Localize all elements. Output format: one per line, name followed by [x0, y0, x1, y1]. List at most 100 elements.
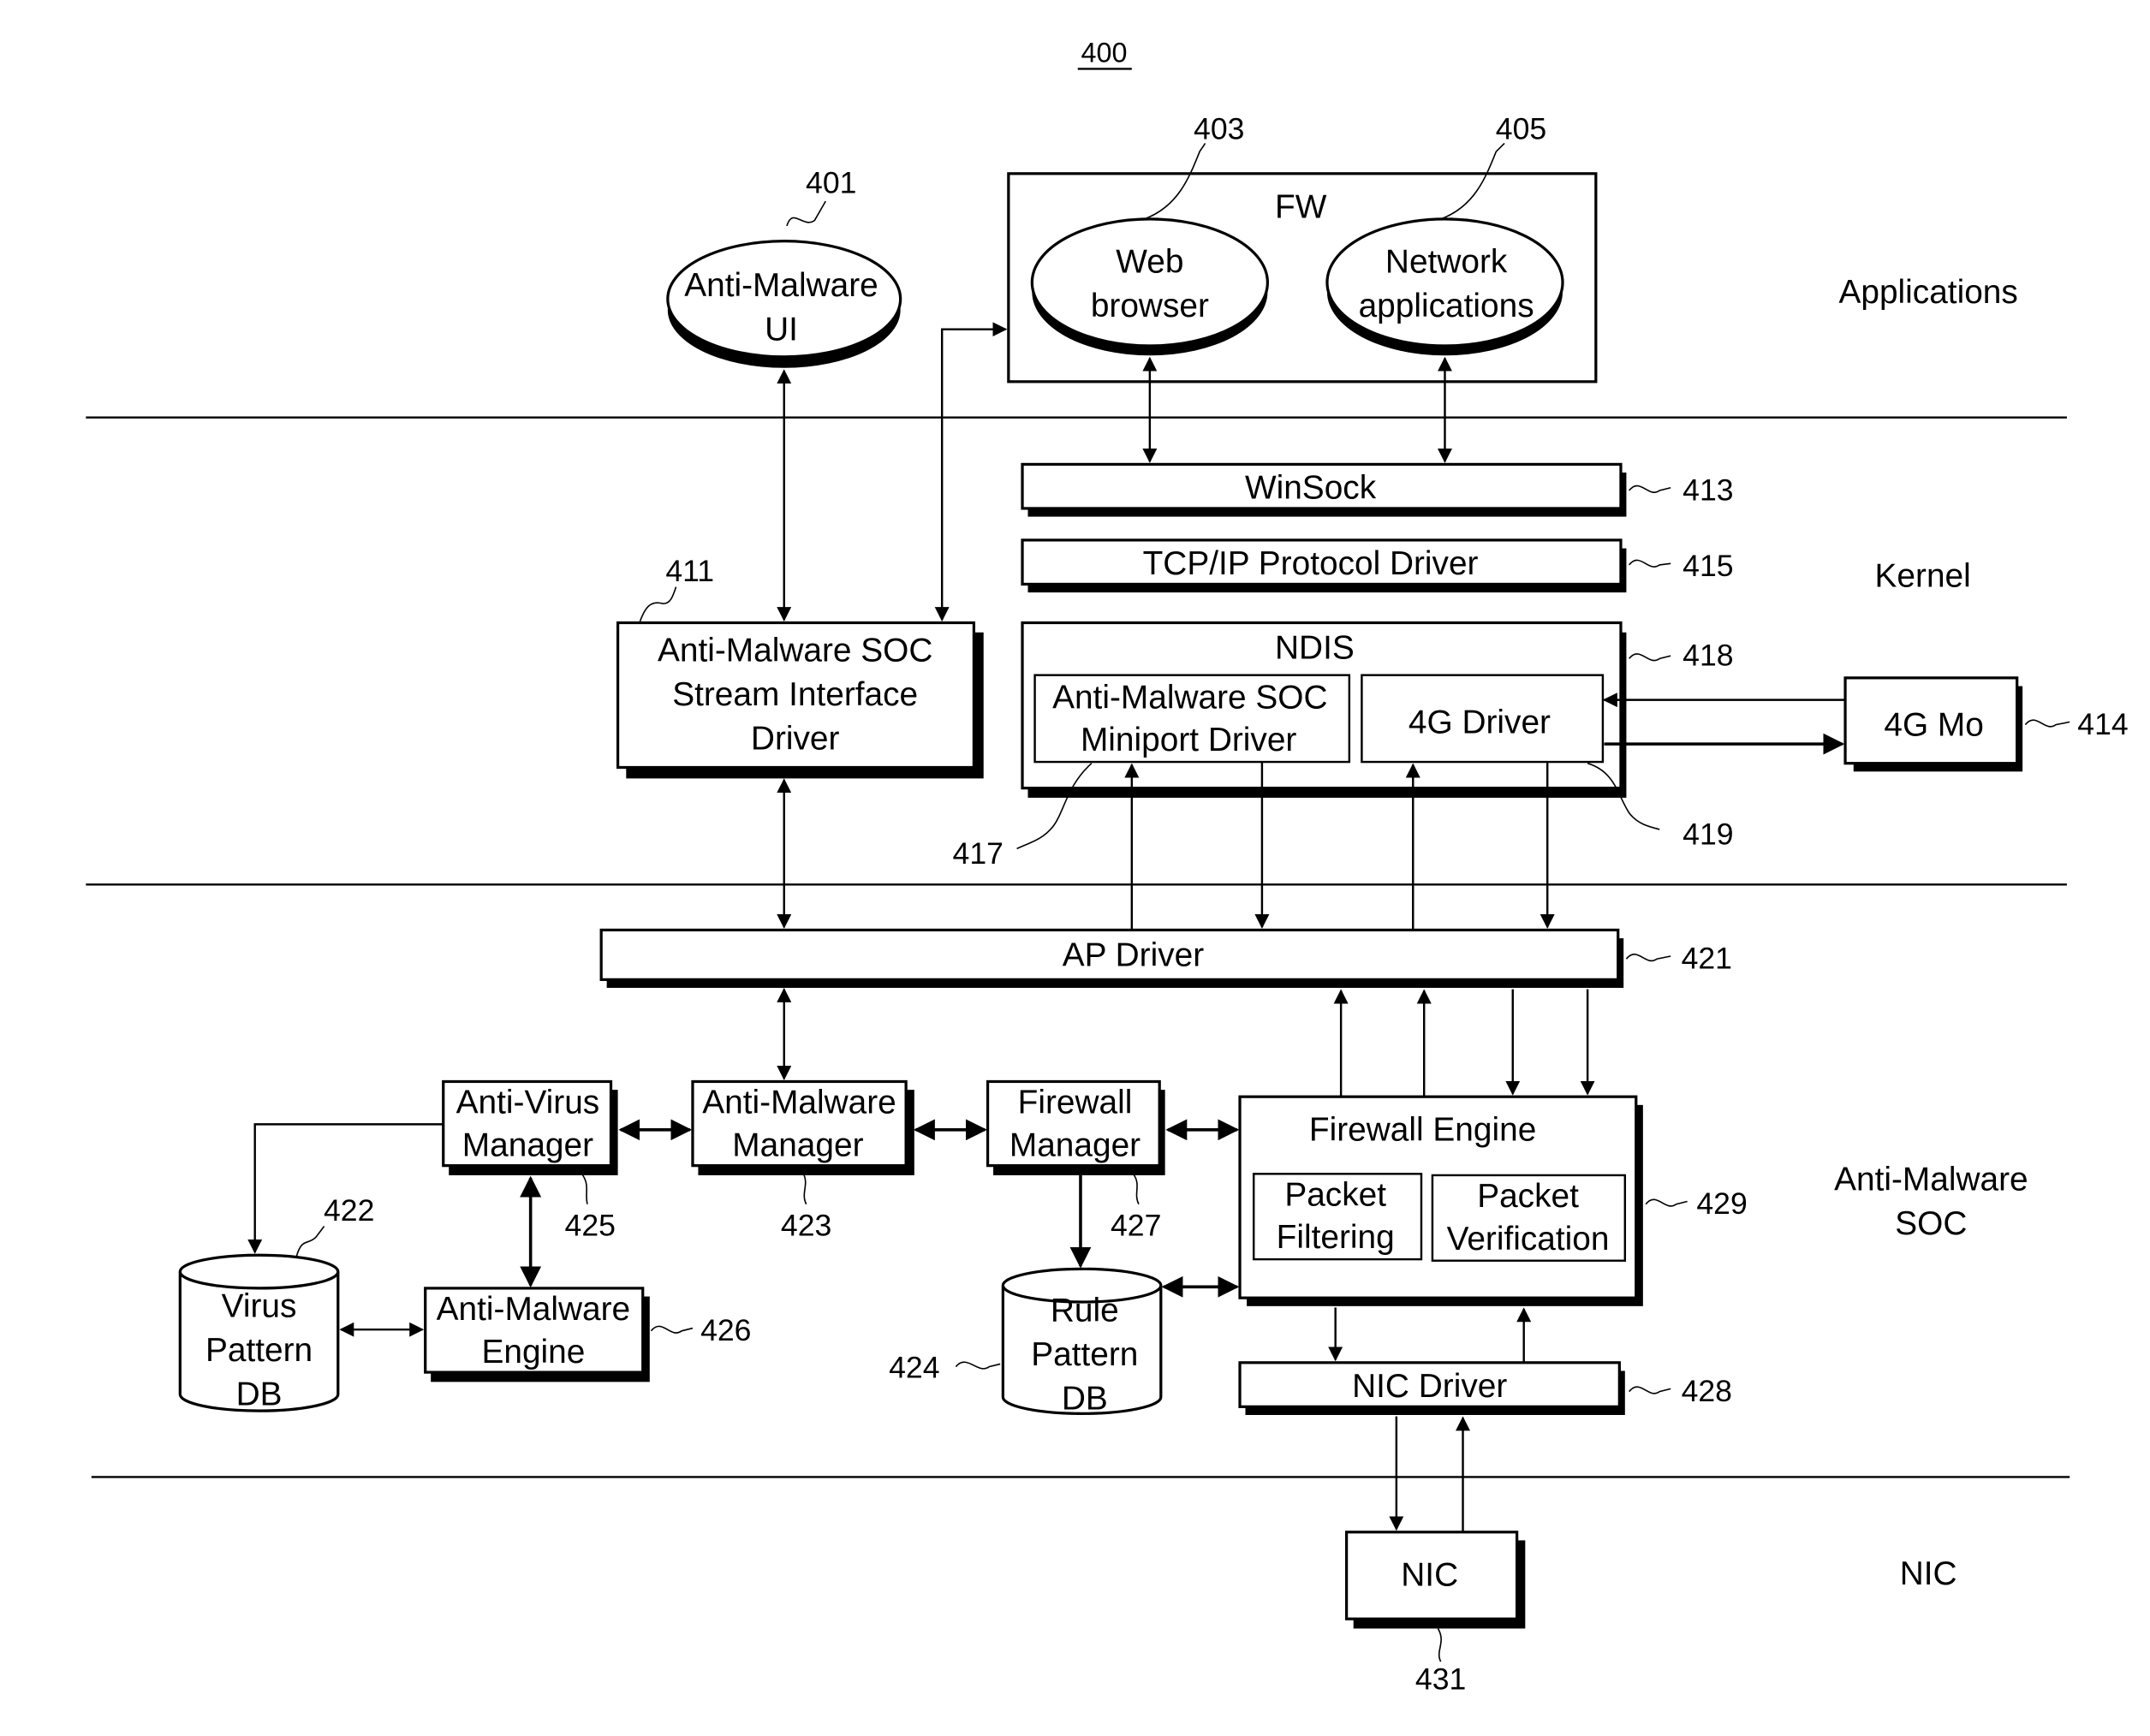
- figure-number: 400: [1081, 38, 1127, 68]
- anti-malware-ui-line1: Anti-Malware: [684, 267, 878, 304]
- leader-426: [650, 1325, 694, 1334]
- 4g-module-label: 4G Mo: [1884, 707, 1984, 744]
- firewall-engine-title: Firewall Engine: [1309, 1112, 1536, 1149]
- rule-pattern-db-line2: Pattern: [1031, 1336, 1138, 1373]
- virus-pattern-db-line1: Virus: [222, 1288, 297, 1325]
- ref-422: 422: [324, 1193, 374, 1228]
- anti-malware-ui-line2: UI: [765, 312, 798, 348]
- ref-418: 418: [1682, 638, 1733, 672]
- packet-filtering-line2: Filtering: [1277, 1219, 1395, 1256]
- rule-pattern-db-line3: DB: [1062, 1381, 1108, 1418]
- ref-423: 423: [781, 1209, 831, 1243]
- ref-421: 421: [1682, 942, 1732, 976]
- layer-label-nic: NIC: [1900, 1555, 1957, 1592]
- leader-427: [1132, 1173, 1140, 1205]
- winsock: WinSock: [1021, 462, 1627, 517]
- ref-414: 414: [2077, 707, 2128, 741]
- anti-virus-manager-line1: Anti-Virus: [456, 1085, 600, 1121]
- stream-interface-driver: Anti-Malware SOC Stream Interface Driver: [616, 621, 984, 779]
- nic-label: NIC: [1401, 1557, 1458, 1594]
- ref-401: 401: [806, 165, 856, 199]
- packet-filtering-line1: Packet: [1284, 1176, 1386, 1213]
- anti-virus-manager-line2: Manager: [462, 1127, 593, 1163]
- web-browser: Web browser: [1030, 217, 1270, 356]
- rule-pattern-db: Rule Pattern DB: [1001, 1267, 1163, 1418]
- anti-malware-manager: Anti-Malware Manager: [691, 1079, 914, 1175]
- ndis-title: NDIS: [1275, 629, 1355, 666]
- arrow-stream-driver-fw: [934, 322, 1008, 621]
- ref-427: 427: [1111, 1209, 1161, 1243]
- packet-filtering: Packet Filtering: [1252, 1173, 1423, 1261]
- ref-424: 424: [889, 1351, 939, 1385]
- virus-pattern-db-line2: Pattern: [205, 1332, 313, 1369]
- nic-driver-label: NIC Driver: [1352, 1368, 1507, 1405]
- 4g-driver-label: 4G Driver: [1409, 704, 1551, 740]
- ref-419: 419: [1682, 817, 1733, 852]
- leader-418: [1629, 653, 1671, 662]
- ref-429: 429: [1696, 1186, 1747, 1221]
- ref-431: 431: [1415, 1662, 1466, 1696]
- leader-428: [1629, 1386, 1671, 1394]
- ref-413: 413: [1682, 473, 1733, 507]
- web-browser-line2: browser: [1091, 288, 1209, 324]
- anti-malware-manager-line1: Anti-Malware: [702, 1085, 896, 1121]
- virus-pattern-db: Virus Pattern DB: [178, 1253, 340, 1413]
- leader-411: [639, 586, 677, 622]
- arrow-avmanager-virusdb: [247, 1123, 444, 1254]
- nic: NIC: [1344, 1531, 1526, 1629]
- stream-interface-driver-line2: Stream Interface: [672, 676, 918, 713]
- leader-414: [2024, 719, 2070, 728]
- ref-428: 428: [1682, 1374, 1732, 1408]
- leader-429: [1645, 1198, 1688, 1207]
- firewall-manager-line1: Firewall: [1018, 1085, 1133, 1121]
- web-browser-line1: Web: [1116, 244, 1183, 281]
- stream-interface-driver-line3: Driver: [751, 721, 840, 758]
- packet-verification-line2: Verification: [1447, 1221, 1610, 1257]
- anti-virus-manager: Anti-Virus Manager: [442, 1079, 618, 1175]
- 4g-driver: 4G Driver: [1361, 674, 1605, 764]
- tcpip-protocol-driver: TCP/IP Protocol Driver: [1021, 538, 1627, 593]
- anti-malware-manager-line2: Manager: [732, 1127, 863, 1163]
- firewall-manager: Firewall Manager: [986, 1079, 1165, 1175]
- packet-verification-line1: Packet: [1477, 1178, 1579, 1215]
- architecture-diagram: 400 Applications Kernel Anti-Malware SOC…: [86, 38, 2129, 1696]
- layer-label-applications: Applications: [1838, 274, 2017, 311]
- virus-pattern-db-line3: DB: [236, 1376, 283, 1413]
- tcpip-label: TCP/IP Protocol Driver: [1143, 545, 1479, 582]
- stream-interface-driver-line1: Anti-Malware SOC: [658, 633, 932, 669]
- ref-417: 417: [953, 836, 1004, 871]
- leader-415: [1629, 559, 1671, 568]
- ref-405: 405: [1496, 112, 1546, 146]
- network-applications: Network applications: [1325, 217, 1564, 356]
- anti-malware-engine-line2: Engine: [481, 1334, 585, 1370]
- rule-pattern-db-line1: Rule: [1051, 1293, 1119, 1329]
- leader-422: [295, 1225, 325, 1257]
- layer-label-kernel: Kernel: [1875, 558, 1971, 595]
- leader-425: [581, 1173, 588, 1204]
- miniport-driver-line2: Miniport Driver: [1081, 722, 1296, 758]
- nic-driver: NIC Driver: [1238, 1361, 1625, 1415]
- miniport-driver: Anti-Malware SOC Miniport Driver: [1033, 674, 1351, 764]
- ref-415: 415: [1682, 549, 1733, 583]
- ref-403: 403: [1194, 112, 1244, 146]
- winsock-label: WinSock: [1245, 470, 1377, 507]
- ref-425: 425: [565, 1209, 616, 1243]
- anti-malware-engine-line1: Anti-Malware: [437, 1291, 631, 1328]
- leader-423: [802, 1173, 807, 1205]
- layer-label-soc-line1: Anti-Malware: [1834, 1162, 2028, 1198]
- leader-424: [955, 1361, 1001, 1370]
- anti-malware-ui: Anti-Malware UI: [666, 240, 902, 368]
- leader-401: [786, 200, 826, 227]
- ref-426: 426: [700, 1313, 751, 1347]
- miniport-driver-line1: Anti-Malware SOC: [1052, 679, 1327, 716]
- leader-421: [1625, 954, 1671, 962]
- anti-malware-engine: Anti-Malware Engine: [424, 1287, 650, 1382]
- fw-title: FW: [1275, 188, 1327, 225]
- network-applications-line2: applications: [1359, 288, 1534, 324]
- ap-driver-label: AP Driver: [1063, 936, 1204, 973]
- ap-driver: AP Driver: [599, 928, 1624, 989]
- layer-label-soc-line2: SOC: [1895, 1205, 1967, 1242]
- leader-413: [1629, 485, 1671, 493]
- firewall-manager-line2: Manager: [1009, 1127, 1141, 1163]
- packet-verification: Packet Verification: [1431, 1174, 1627, 1262]
